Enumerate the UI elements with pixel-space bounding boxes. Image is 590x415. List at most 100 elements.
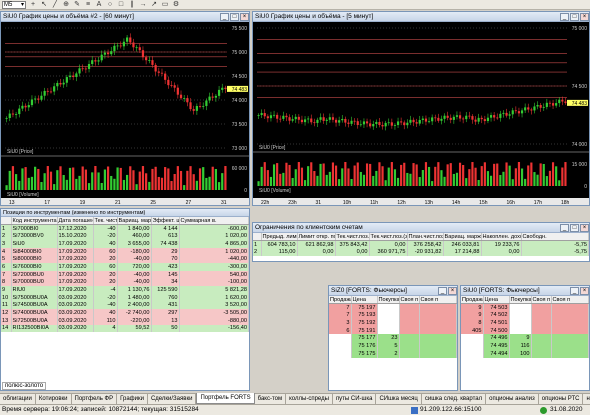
candle-body [406,122,409,126]
own-orders [551,326,589,335]
sell-level-row[interactable]: 8 74 501 [461,319,589,327]
column-header: Продажа [329,296,352,305]
tab-бакс-том[interactable]: бакс-том [255,394,287,404]
crosshair-icon[interactable]: + [29,1,37,9]
maximize-icon[interactable]: □ [570,223,579,232]
tab-котировки[interactable]: Котировки [36,394,72,404]
last-price-label: 74 483 [232,87,248,93]
table-row[interactable]: 9 RIU0 17.09.2020 -4 1 130,76 125 590 5 821,28 [1,286,249,294]
sell-volume-empty [329,349,352,358]
tab-графики[interactable]: Графики [117,394,148,404]
fibo-icon[interactable]: ≡ [84,1,92,9]
buy-level-row[interactable]: 74 496 9 [461,334,589,343]
volume-bar [514,168,517,186]
sell-level-row[interactable]: 3 75 192 [329,319,457,327]
depth2-titlebar[interactable]: SiU0 [FORTS: Фьючерсы] _ × [461,286,589,296]
chart-window-5min: SiU0 График цены и объёма - [5 минут] _ … [252,11,590,206]
chart2-canvas[interactable]: 75 000 74 500 74 000 74 483 SiU0 [Price] 15 0… [253,22,589,206]
arrow-icon[interactable]: → [139,1,147,9]
table-row[interactable]: 1 Si7000BI0 17.12.2020 -40 1 840,00 4 144 -600… [1,224,249,233]
tab-портфель-фр[interactable]: Портфель ФР [72,394,118,404]
timeframe-select[interactable]: M5 ▾ [2,0,26,9]
table-cell: 2 400,00 [117,301,152,310]
sell-level-row[interactable]: 9 74 502 [461,311,589,320]
sell-level-row[interactable]: 9 74 503 [461,303,589,312]
minimize-icon[interactable]: _ [438,286,447,295]
table-cell: 621 862,98 [297,240,336,249]
line-icon[interactable]: ╱ [51,1,59,9]
chart1-canvas[interactable]: 75 500 75 000 74 500 74 000 73 500 73 000 74 4… [1,22,249,206]
maximize-icon[interactable]: □ [570,12,579,21]
buy-level-row[interactable]: 75 176 5 [329,342,457,350]
tab-путы-си-шка[interactable]: путы СИ-шка [333,394,377,404]
portfolio-titlebar[interactable]: Позиции по инструментам (изменено по инс… [1,209,249,217]
table-row[interactable]: 14 RI132500BI0A 03.09.2020 4 59,52 50 -156,40 [1,324,249,333]
maximize-icon[interactable]: □ [230,12,239,21]
sell-level-row[interactable]: 405 74 500 [461,326,589,335]
trend-icon[interactable]: ↗ [150,1,158,9]
column-header: Лимит откр. поз. [297,233,336,242]
minimize-icon[interactable]: _ [220,12,229,21]
cursor-icon[interactable]: ↖ [40,1,48,9]
table-row[interactable]: 6 Si76000BI0 17.09.2020 60 720,00 423 -300,00 [1,263,249,271]
table-row[interactable]: 4 Si84000BI0 17.09.2020 60 -180,00 29 1 020,00 [1,247,249,256]
table-row[interactable]: 12 Si74000BU0A 03.09.2020 40 -2 740,00 297 -3 … [1,309,249,317]
tab-опционы-ртс[interactable]: опционы РТС [539,394,584,404]
limits-titlebar[interactable]: Ограничения по клиентским счетам _ □ × [253,223,589,233]
ruler-icon[interactable]: ▭ [161,1,169,9]
column-header: Цена [351,296,378,305]
volume-series-label: SiU0 [Volume] [7,192,39,198]
circle-icon[interactable]: ○ [106,1,114,9]
minimize-icon[interactable]: _ [570,286,579,295]
tab-нефть[interactable]: нефть [583,394,590,404]
table-row[interactable]: 5 Si80000BI0 17.09.2020 20 -40,00 70 -440,00 [1,255,249,264]
table-row[interactable]: 2 115,00 0,00 0,00 360 971,75 -20 931,82 17 21… [253,248,589,257]
tab-сишка-месяц[interactable]: СИшка месяц [376,394,422,404]
zoom-icon[interactable]: ⊕ [62,1,70,9]
close-icon[interactable]: × [240,12,249,21]
minimize-icon[interactable]: _ [560,223,569,232]
minimize-icon[interactable]: _ [560,12,569,21]
table-row[interactable]: 10 Si75000BU0A 03.09.2020 -20 1 480,00 760 1 6… [1,293,249,302]
sell-level-row[interactable]: 7 75 193 [329,311,457,320]
buy-level-row[interactable]: 74 495 116 [461,342,589,350]
buy-level-row[interactable]: 75 177 23 [329,334,457,343]
table-row[interactable]: 1 604 783,10 621 862,98 375 843,42 0,00 376 2… [253,240,589,249]
table-row[interactable]: 3 SiU0 17.09.2020 40 3 655,00 74 438 4 865,00 [1,240,249,248]
sell-level-row[interactable]: 7 75 197 [329,303,457,312]
table-cell: 8 [1,278,12,287]
column-header: Своя п [551,296,589,305]
table-row[interactable]: 11 Si74500BU0A 03.09.2020 -40 2 400,00 431 3 5… [1,301,249,310]
tab-сделки/заявки[interactable]: Сделки/Заявки [148,394,197,404]
tab-сишка-след.-квартал[interactable]: сишка след. квартал [422,394,487,404]
table-cell: 12 [1,309,12,317]
text-icon[interactable]: A [95,1,103,9]
table-row[interactable]: 8 Si70000BU0 17.09.2020 20 -40,00 34 -100,00 [1,278,249,287]
tab-коллы-спреды[interactable]: коллы-спреды [286,394,333,404]
table-row[interactable]: 13 Si72500BU0A 03.09.2020 110 -220,00 13 -880,… [1,316,249,325]
buy-level-row[interactable]: 75 175 2 [329,349,457,358]
tab-опционы-анализ[interactable]: опционы анализ [486,394,539,404]
own-orders [531,303,552,312]
close-icon[interactable]: × [580,223,589,232]
candle-body [170,85,173,86]
chart1-titlebar[interactable]: SiU0 График цены и объёма #2 - [60 минут… [1,12,249,22]
gear-icon[interactable]: ⚙ [172,1,180,9]
candle-body [276,114,279,119]
close-icon[interactable]: × [580,12,589,21]
rect-icon[interactable]: □ [117,1,125,9]
channel-icon[interactable]: ∥ [128,1,136,9]
table-cell: 1 020,00 [179,232,249,241]
table-row[interactable]: 2 Si73000BV0 15.10.2020 -20 460,00 613 1 020,0… [1,232,249,241]
depth1-titlebar[interactable]: SiZ0 [FORTS: Фьючерсы] _ × [329,286,457,296]
table-cell: -440,00 [179,255,249,264]
close-icon[interactable]: × [580,286,589,295]
buy-level-row[interactable]: 74 494 100 [461,349,589,358]
tab-облигации[interactable]: облигации [0,394,36,404]
table-row[interactable]: 7 Si72000BU0 17.09.2020 20 -40,00 145 540,00 [1,270,249,279]
chart2-titlebar[interactable]: SiU0 График цены и объёма - [5 минут] _ … [253,12,589,22]
sell-level-row[interactable]: 6 75 191 [329,326,457,335]
tab-портфель-forts[interactable]: Портфель FORTS [196,393,255,404]
pencil-icon[interactable]: ✎ [73,1,81,9]
close-icon[interactable]: × [448,286,457,295]
